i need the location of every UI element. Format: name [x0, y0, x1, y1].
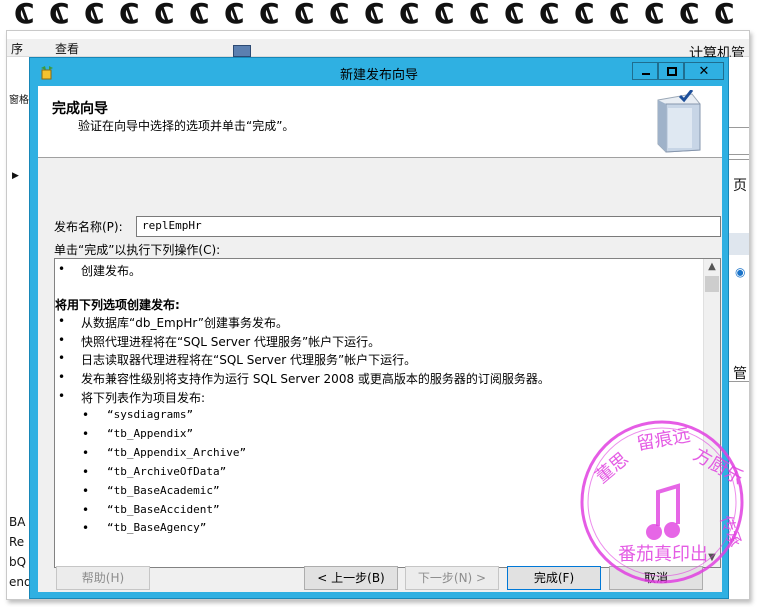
menu-bar: 序 查看 [7, 39, 749, 57]
ring-icon: C [329, 0, 350, 30]
right-fragment: 管 [733, 366, 747, 382]
header-title: 完成向导 [52, 101, 108, 117]
back-button[interactable]: < 上一步(B) [304, 566, 398, 590]
menu-item-view[interactable]: 查看 [55, 40, 79, 57]
ring-icon: C [119, 0, 140, 30]
ring-icon: C [434, 0, 455, 30]
left-fragment: Re [9, 535, 25, 549]
ring-icon: C [364, 0, 385, 30]
wizard-header: 完成向导 验证在向导中选择的选项并单击“完成”。 [38, 86, 722, 158]
toolbar-console-icon[interactable] [233, 45, 251, 57]
ring-icon: C [259, 0, 280, 30]
ring-icon: C [49, 0, 70, 30]
publication-name-label: 发布名称(P): [54, 220, 123, 234]
ring-icon: C [504, 0, 525, 30]
publication-name-field[interactable]: replEmpHr [136, 216, 721, 237]
header-subtitle: 验证在向导中选择的选项并单击“完成”。 [78, 119, 295, 133]
left-fragment: bQ [9, 555, 27, 569]
ring-icon: C [224, 0, 245, 30]
help-button[interactable]: 帮助(H) [56, 566, 150, 590]
ring-icon: C [294, 0, 315, 30]
ring-icon: C [189, 0, 210, 30]
next-button[interactable]: 下一步(N) > [405, 566, 499, 590]
maximize-icon [667, 67, 677, 76]
title-bar[interactable]: 新建发布向导 ✕ [30, 58, 728, 86]
right-fragment: 页 [733, 178, 747, 194]
dialog-title: 新建发布向导 [339, 68, 418, 83]
ring-icon: C [154, 0, 175, 30]
menu-item-order[interactable]: 序 [11, 40, 23, 57]
scroll-thumb[interactable] [705, 276, 719, 292]
ring-icon: C [469, 0, 490, 30]
minimize-icon [642, 73, 650, 75]
ring-icon: C [609, 0, 630, 30]
svg-text:方厨乐: 方厨乐 [690, 444, 747, 489]
ring-icon: C [574, 0, 595, 30]
maximize-button[interactable] [658, 62, 684, 80]
ring-icon: C [679, 0, 700, 30]
close-button[interactable]: ✕ [684, 62, 724, 80]
left-fragment: BA [9, 515, 26, 529]
ring-icon: C [539, 0, 560, 30]
left-fragment: 窗格 [9, 95, 29, 106]
expand-arrow-icon[interactable]: ▶ [12, 171, 19, 181]
left-pane: 窗格 ▶ BA Re bQ endData [7, 57, 60, 599]
ring-icon: C [84, 0, 105, 30]
section-heading: 将用下列选项创建发布: [55, 298, 180, 312]
ring-icon: C [644, 0, 665, 30]
globe-icon[interactable]: ◉ [735, 265, 745, 279]
scroll-up-icon[interactable]: ▲ [704, 259, 720, 275]
ring-icon: C [399, 0, 420, 30]
ring-icon: C [714, 0, 735, 30]
svg-text:番茄真印出: 番茄真印出 [618, 544, 708, 565]
ring-icon: C [14, 0, 35, 30]
seal-stamp: 董思 留痕远 方厨乐 传承 番茄真印出 [580, 420, 747, 584]
minimize-button[interactable] [632, 62, 658, 80]
actions-label: 单击“完成”以执行下列操作(C): [54, 243, 221, 257]
notebook-rings: C C C C C C C C C C C C C C C C C C C C … [0, 0, 764, 30]
wizard-book-icon [657, 90, 701, 153]
close-icon: ✕ [698, 64, 710, 79]
svg-text:留痕远: 留痕远 [635, 425, 692, 455]
